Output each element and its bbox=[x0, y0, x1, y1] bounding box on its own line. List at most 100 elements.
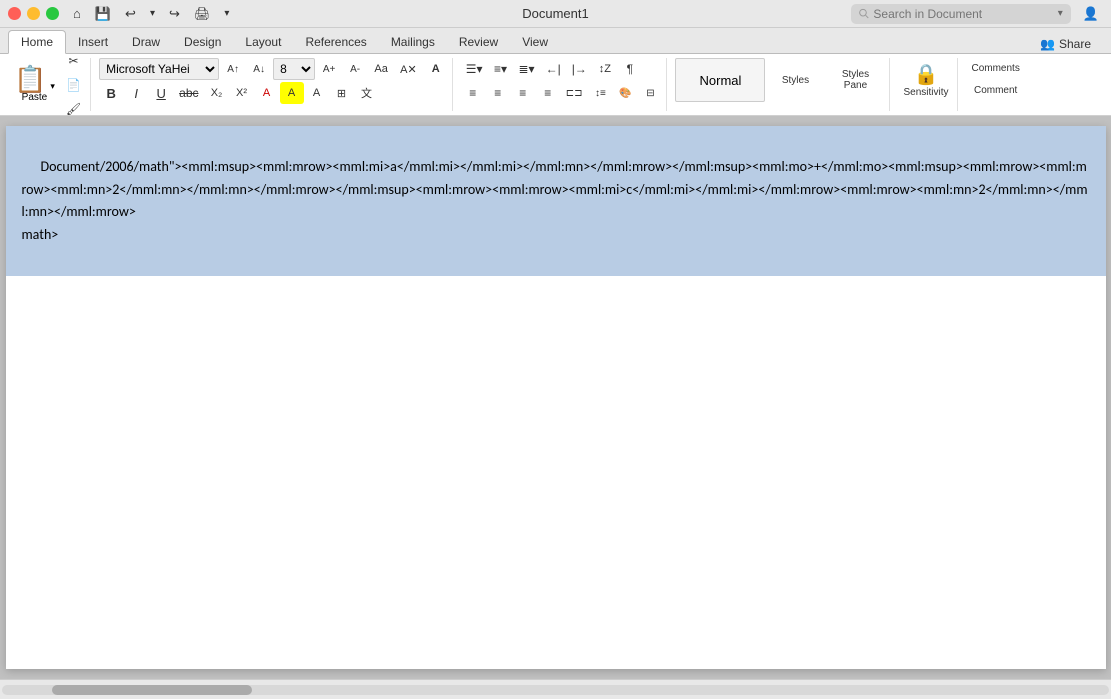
ribbon-tab-right: 👥 Share bbox=[1032, 35, 1111, 53]
bullet-list-btn[interactable]: ☰▾ bbox=[461, 58, 488, 80]
ribbon-toolbar: 📋 ▾ Paste ✂ 📄 🖌 Microsoft YaHei A↑ A↓ 8 … bbox=[0, 54, 1111, 116]
styles-preview: Normal bbox=[675, 58, 765, 102]
scrollbar-thumb[interactable] bbox=[52, 685, 252, 695]
tab-draw[interactable]: Draw bbox=[120, 31, 172, 53]
subscript-button[interactable]: X₂ bbox=[205, 82, 229, 104]
styles-group: Normal Styles Styles Pane bbox=[671, 58, 890, 111]
decrease-indent-btn[interactable]: ←| bbox=[541, 58, 566, 80]
styles-label: Styles bbox=[782, 75, 809, 86]
tab-view[interactable]: View bbox=[510, 31, 560, 53]
line-spacing-btn[interactable]: ↕≡ bbox=[588, 82, 612, 104]
sensitivity-label: Sensitivity bbox=[903, 87, 948, 98]
comments-group: Comments Comment bbox=[962, 58, 1028, 111]
align-right-btn[interactable]: ≡ bbox=[511, 82, 535, 104]
undo-icon[interactable]: ↩ bbox=[121, 4, 140, 24]
copy-button[interactable]: 📄 bbox=[61, 74, 86, 96]
tab-home[interactable]: Home bbox=[8, 30, 66, 54]
horizontal-scrollbar[interactable] bbox=[0, 679, 1111, 699]
scrollbar-track[interactable] bbox=[2, 685, 1109, 695]
font-group: Microsoft YaHei A↑ A↓ 8 A+ A- Aa A✕ A B … bbox=[95, 58, 453, 111]
home-icon[interactable]: ⌂ bbox=[69, 4, 85, 23]
undo-dropdown-icon[interactable]: ▾ bbox=[146, 6, 159, 21]
selected-text[interactable]: Document/2006/math"><mml:msup><mml:mrow>… bbox=[6, 126, 1106, 276]
paste-icon: 📋 bbox=[14, 66, 46, 92]
redo-icon[interactable]: ↪ bbox=[165, 4, 184, 24]
increase-indent-btn[interactable]: |→ bbox=[567, 58, 592, 80]
search-dropdown-icon[interactable]: ▾ bbox=[1058, 8, 1063, 19]
share-button[interactable]: 👥 Share bbox=[1032, 35, 1099, 53]
format-row: B I U abc X₂ X² A A A ⊞ 文 bbox=[99, 82, 378, 104]
paste-dropdown-icon: ▾ bbox=[50, 81, 55, 92]
paste-button[interactable]: 📋 ▾ Paste bbox=[10, 64, 59, 105]
borders-btn[interactable]: ⊞ bbox=[330, 82, 354, 104]
document-content: Document/2006/math"><mml:msup><mml:mrow>… bbox=[22, 158, 1088, 242]
window-controls bbox=[8, 7, 59, 20]
font-size-shrink-btn[interactable]: A- bbox=[343, 58, 367, 80]
paste-group: 📋 ▾ Paste ✂ 📄 🖌 bbox=[6, 58, 91, 111]
superscript-button[interactable]: X² bbox=[230, 82, 254, 104]
paragraph-group: ☰▾ ≡▾ ≣▾ ←| |→ ↕Z ¶ ≡ ≡ ≡ ≡ ⊏⊐ ↕≡ 🎨 ⊟ bbox=[457, 58, 668, 111]
document-title: Document1 bbox=[522, 6, 588, 21]
tab-mailings[interactable]: Mailings bbox=[379, 31, 447, 53]
document-area: Document/2006/math"><mml:msup><mml:mrow>… bbox=[0, 116, 1111, 679]
align-left-btn[interactable]: ≡ bbox=[461, 82, 485, 104]
tab-references[interactable]: References bbox=[293, 31, 378, 53]
comment-label: Comment bbox=[974, 85, 1017, 96]
save-icon[interactable]: 💾 bbox=[91, 4, 115, 24]
format-painter-button[interactable]: 🖌 bbox=[61, 98, 86, 120]
document-page[interactable]: Document/2006/math"><mml:msup><mml:mrow>… bbox=[6, 126, 1106, 669]
styles-button[interactable]: Styles bbox=[769, 58, 821, 102]
italic-button[interactable]: I bbox=[124, 82, 148, 104]
customize-icon[interactable]: ▾ bbox=[220, 6, 233, 21]
maximize-button[interactable] bbox=[46, 7, 59, 20]
change-case-btn[interactable]: Aa bbox=[369, 58, 393, 80]
justify-btn[interactable]: ≡ bbox=[536, 82, 560, 104]
styles-pane-button[interactable]: Styles Pane bbox=[825, 58, 885, 102]
font-selector-row: Microsoft YaHei A↑ A↓ 8 A+ A- Aa A✕ A bbox=[99, 58, 448, 80]
font-name-select[interactable]: Microsoft YaHei bbox=[99, 58, 219, 80]
phonetic-guide-btn[interactable]: 文 bbox=[355, 82, 379, 104]
sensitivity-button[interactable]: 🔒 Sensitivity bbox=[898, 58, 953, 102]
cut-button[interactable]: ✂ bbox=[61, 50, 86, 72]
title-bar-right: ▾ 👤 bbox=[851, 4, 1103, 24]
shading-btn[interactable]: A bbox=[305, 82, 329, 104]
share-icon: 👥 bbox=[1040, 37, 1055, 51]
comments-label: Comments bbox=[971, 63, 1019, 74]
sort-btn[interactable]: ↕Z bbox=[593, 58, 617, 80]
comment-button[interactable]: Comment bbox=[969, 80, 1022, 100]
show-formatting-btn[interactable]: ¶ bbox=[618, 58, 642, 80]
shading2-btn[interactable]: 🎨 bbox=[613, 82, 637, 104]
strikethrough-button[interactable]: abc bbox=[174, 82, 203, 104]
columns-btn[interactable]: ⊏⊐ bbox=[561, 82, 588, 104]
comments-button[interactable]: Comments bbox=[966, 58, 1024, 78]
tab-layout[interactable]: Layout bbox=[233, 31, 293, 53]
close-button[interactable] bbox=[8, 7, 21, 20]
bold-button[interactable]: B bbox=[99, 82, 123, 104]
font-size-grow-btn[interactable]: A+ bbox=[317, 58, 341, 80]
clear-format-btn[interactable]: A✕ bbox=[395, 58, 422, 80]
align-row: ≡ ≡ ≡ ≡ ⊏⊐ ↕≡ 🎨 ⊟ bbox=[461, 82, 663, 104]
borders2-btn[interactable]: ⊟ bbox=[638, 82, 662, 104]
list-row: ☰▾ ≡▾ ≣▾ ←| |→ ↕Z ¶ bbox=[461, 58, 642, 80]
account-icon[interactable]: 👤 bbox=[1079, 4, 1103, 24]
sensitivity-group: 🔒 Sensitivity bbox=[894, 58, 958, 111]
font-name-grow-icon[interactable]: A↑ bbox=[221, 58, 245, 80]
multilevel-list-btn[interactable]: ≣▾ bbox=[513, 58, 539, 80]
clipboard-buttons: ✂ 📄 🖌 bbox=[61, 50, 86, 120]
align-center-btn[interactable]: ≡ bbox=[486, 82, 510, 104]
tab-design[interactable]: Design bbox=[172, 31, 233, 53]
underline-button[interactable]: U bbox=[149, 82, 173, 104]
text-highlight-btn[interactable]: A bbox=[424, 58, 448, 80]
font-color-btn[interactable]: A bbox=[255, 82, 279, 104]
search-bar[interactable]: ▾ bbox=[851, 4, 1071, 24]
tab-review[interactable]: Review bbox=[447, 31, 510, 53]
search-input[interactable] bbox=[873, 7, 1053, 21]
font-name-shrink-icon[interactable]: A↓ bbox=[247, 58, 271, 80]
font-size-select[interactable]: 8 bbox=[273, 58, 315, 80]
minimize-button[interactable] bbox=[27, 7, 40, 20]
search-icon bbox=[859, 8, 870, 20]
print-icon[interactable]: 🖨 bbox=[190, 4, 215, 24]
numbered-list-btn[interactable]: ≡▾ bbox=[488, 58, 512, 80]
highlight-color-btn[interactable]: A bbox=[280, 82, 304, 104]
share-label: Share bbox=[1059, 37, 1091, 51]
